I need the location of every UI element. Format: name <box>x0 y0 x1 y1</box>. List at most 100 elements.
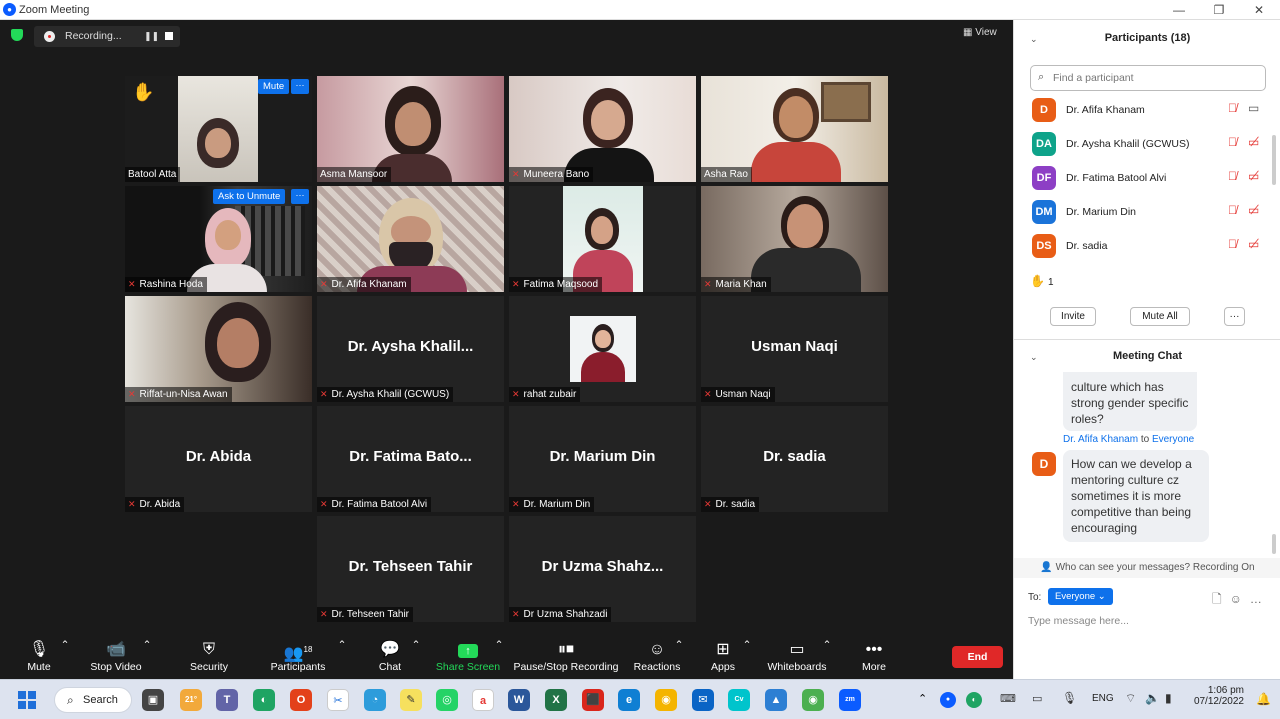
participant-search-input[interactable]: ⌕ Find a participant <box>1030 65 1266 91</box>
emoji-icon[interactable]: ☺ <box>1230 592 1250 606</box>
snipping-tool-icon[interactable]: ✂ <box>327 689 349 711</box>
chat-visibility-notice[interactable]: 👤 Who can see your messages? Recording O… <box>1014 558 1280 578</box>
chat-message: How can we develop a mentoring culture c… <box>1063 450 1209 542</box>
ellipsis-icon[interactable]: … <box>1250 592 1270 606</box>
video-tile[interactable]: Dr. Fatima Bato... ✕ Dr. Fatima Batool Al… <box>317 406 504 512</box>
whiteboards-button[interactable]: ▭ Whiteboards <box>764 639 830 679</box>
clock[interactable]: 1:06 pm 07/12/2022 <box>1192 685 1244 707</box>
video-tile[interactable]: Dr. Abida ✕ Dr. Abida <box>125 406 312 512</box>
task-view-icon[interactable]: ▣ <box>142 689 164 711</box>
video-tile[interactable]: Asma Mansoor <box>317 76 504 182</box>
participants-options-caret[interactable]: ⌃ <box>337 639 347 679</box>
pause-recording-icon[interactable]: ❚❚ <box>144 31 159 42</box>
chat-button[interactable]: 💬 Chat <box>372 639 408 679</box>
recipient-dropdown[interactable]: Everyone ⌄ <box>1048 588 1113 605</box>
video-tile[interactable]: Dr. Tehseen Tahir ✕ Dr. Tehseen Tahir <box>317 516 504 622</box>
video-tile[interactable]: ✋ Mute ··· Batool Atta <box>125 76 312 182</box>
excel-icon[interactable]: X <box>545 689 567 711</box>
whiteboards-options-caret[interactable]: ⌃ <box>822 639 832 679</box>
wifi-icon[interactable]: ⌔ <box>1125 691 1136 706</box>
end-meeting-button[interactable]: End <box>952 646 1003 668</box>
participants-button[interactable]: 👥18 Participants <box>268 639 328 679</box>
security-button[interactable]: ⛨ Security <box>186 639 232 679</box>
edge-icon[interactable]: e <box>618 689 640 711</box>
participant-row[interactable]: DF Dr. Fatima Batool Alvi 🎙̸ ▭̸ <box>1032 163 1267 193</box>
apps-options-caret[interactable]: ⌃ <box>742 639 752 679</box>
microphone-icon[interactable]: 🎙 <box>1062 691 1077 705</box>
battery-icon[interactable]: ▮ <box>1165 691 1172 705</box>
video-tile[interactable]: Dr Uzma Shahz... ✕ Dr Uzma Shahzadi <box>509 516 696 622</box>
video-tile[interactable]: Asha Rao <box>701 76 888 182</box>
apps-button[interactable]: ⊞ Apps <box>706 639 740 679</box>
chat-message-input[interactable]: Type message here... <box>1028 615 1129 627</box>
speaker-icon[interactable]: 🔈 <box>1145 691 1160 705</box>
restore-button[interactable]: ❐ <box>1204 2 1234 18</box>
taskbar-search[interactable]: ⌕ Search <box>54 687 132 713</box>
participant-row[interactable]: DA Dr. Aysha Khalil (GCWUS) 🎙̸ ▭̸ <box>1032 129 1267 159</box>
stop-video-button[interactable]: 📹 Stop Video <box>88 639 144 679</box>
mute-all-button[interactable]: Mute All <box>1130 307 1190 326</box>
minimize-button[interactable]: — <box>1164 2 1194 18</box>
participant-row[interactable]: DS Dr. sadia 🎙̸ ▭̸ <box>1032 231 1267 261</box>
participants-more-button[interactable]: ··· <box>1224 307 1245 326</box>
ask-to-unmute-button[interactable]: Ask to Unmute <box>213 189 286 204</box>
mute-options-caret[interactable]: ⌃ <box>60 639 70 679</box>
mute-button[interactable]: 🎙 Mute <box>18 639 60 679</box>
language-indicator[interactable]: ENG <box>1092 693 1114 704</box>
app-icon[interactable]: ◐ <box>253 689 275 711</box>
participants-scrollbar[interactable] <box>1272 135 1276 185</box>
chat-options-caret[interactable]: ⌃ <box>411 639 421 679</box>
weather-icon[interactable]: 21° <box>180 689 202 711</box>
video-tile[interactable]: ✕ Fatima Maqsood <box>509 186 696 292</box>
zoom-icon[interactable]: zm <box>839 689 861 711</box>
view-button[interactable]: ▦ View <box>963 27 997 38</box>
notifications-icon[interactable]: 🔔 <box>1256 692 1271 706</box>
canva-icon[interactable]: Cv <box>728 689 750 711</box>
app-icon[interactable]: a <box>472 689 494 711</box>
word-icon[interactable]: W <box>508 689 530 711</box>
participant-row[interactable]: D Dr. Afifa Khanam 🎙̸ ▭ <box>1032 95 1267 125</box>
video-tile[interactable]: ✕ Maria Khan <box>701 186 888 292</box>
chat-scrollbar[interactable] <box>1272 534 1276 554</box>
chrome-icon[interactable]: ◉ <box>802 689 824 711</box>
video-tile[interactable]: ✕ Dr. Afifa Khanam <box>317 186 504 292</box>
video-tile[interactable]: Dr. Aysha Khalil... ✕ Dr. Aysha Khalil (G… <box>317 296 504 402</box>
notes-icon[interactable]: ✎ <box>400 689 422 711</box>
teams-icon[interactable]: T <box>216 689 238 711</box>
more-button[interactable]: ••• More <box>856 639 892 679</box>
video-tile[interactable]: Dr. Marium Din ✕ Dr. Marium Din <box>509 406 696 512</box>
file-icon[interactable]: 🗋 <box>1212 592 1230 606</box>
pdf-icon[interactable]: ⬛ <box>582 689 604 711</box>
stop-recording-icon[interactable] <box>165 32 173 40</box>
display-icon[interactable]: ▭ <box>1032 692 1042 705</box>
video-tile[interactable]: ✕ rahat zubair <box>509 296 696 402</box>
video-options-caret[interactable]: ⌃ <box>142 639 152 679</box>
keyboard-icon[interactable]: ⌨ <box>1000 692 1016 705</box>
video-tile[interactable]: ✕ Riffat-un-Nisa Awan <box>125 296 312 402</box>
video-tile[interactable]: ✕ Muneera Bano <box>509 76 696 182</box>
chrome-icon[interactable]: ◉ <box>655 689 677 711</box>
video-tile[interactable]: Ask to Unmute ··· ✕ Rashina Hoda <box>125 186 312 292</box>
windows-start-icon[interactable] <box>18 691 36 709</box>
mail-icon[interactable]: ✉ <box>692 689 714 711</box>
photos-icon[interactable]: ▲ <box>765 689 787 711</box>
invite-button[interactable]: Invite <box>1050 307 1096 326</box>
tile-more-button[interactable]: ··· <box>291 79 309 94</box>
video-tile[interactable]: Dr. sadia ✕ Dr. sadia <box>701 406 888 512</box>
whatsapp-icon[interactable]: ◎ <box>436 689 458 711</box>
zoom-tray-icon[interactable]: ● <box>940 692 956 708</box>
reactions-options-caret[interactable]: ⌃ <box>674 639 684 679</box>
close-button[interactable]: ✕ <box>1244 2 1274 18</box>
security-shield-icon[interactable] <box>11 29 23 41</box>
mute-participant-button[interactable]: Mute <box>258 79 290 94</box>
tray-app-icon[interactable]: ◐ <box>966 692 982 708</box>
share-options-caret[interactable]: ⌃ <box>494 639 504 679</box>
video-tile[interactable]: Usman Naqi ✕ Usman Naqi <box>701 296 888 402</box>
pause-stop-recording-button[interactable]: ⏸⏹ Pause/Stop Recording <box>512 639 620 679</box>
participant-row[interactable]: DM Dr. Marium Din 🎙̸ ▭̸ <box>1032 197 1267 227</box>
show-hidden-icons[interactable]: ⌃ <box>918 692 927 705</box>
office-icon[interactable]: O <box>290 689 312 711</box>
share-screen-button[interactable]: ↑ Share Screen <box>434 639 502 679</box>
app-icon[interactable]: ◔ <box>364 689 386 711</box>
tile-more-button[interactable]: ··· <box>291 189 309 204</box>
